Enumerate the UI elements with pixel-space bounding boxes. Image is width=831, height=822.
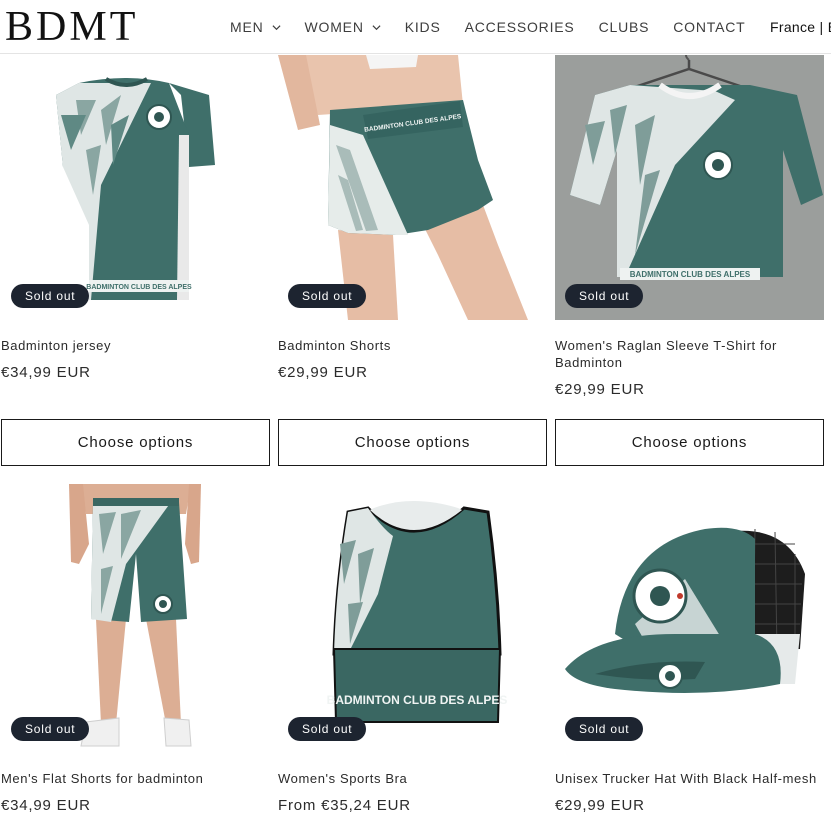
product-title[interactable]: Women's Sports Bra <box>278 770 547 787</box>
sold-out-badge: Sold out <box>565 284 644 308</box>
nav-item-label: CONTACT <box>673 19 746 35</box>
product-title[interactable]: Women's Raglan Sleeve T-Shirt for Badmin… <box>555 337 785 371</box>
sold-out-badge: Sold out <box>288 284 367 308</box>
nav-item-men[interactable]: MEN <box>230 18 281 36</box>
chevron-down-icon <box>372 24 381 30</box>
product-image-shorts[interactable]: BADMINTON CLUB DES ALPES <box>278 55 547 320</box>
choose-options-button[interactable]: Choose options <box>1 419 270 466</box>
nav-item-label: KIDS <box>404 19 441 35</box>
product-title[interactable]: Badminton jersey <box>1 337 270 354</box>
nav-item-accessories[interactable]: ACCESSORIES <box>465 18 575 36</box>
site-header: BDMT MEN WOMEN KIDS ACCESSORIES CLUBS CO… <box>0 0 831 54</box>
nav-item-women[interactable]: WOMEN <box>305 18 381 36</box>
chevron-down-icon <box>272 24 281 30</box>
main-nav: MEN WOMEN KIDS ACCESSORIES CLUBS CONTACT <box>230 18 770 36</box>
choose-options-button[interactable]: Choose options <box>555 419 824 466</box>
nav-item-contact[interactable]: CONTACT <box>673 18 745 36</box>
product-price: €29,99 EUR <box>555 797 645 814</box>
country-selector[interactable]: France | E <box>770 18 831 36</box>
sold-out-badge: Sold out <box>288 717 367 741</box>
image-print-text: BADMINTON CLUB DES ALPES <box>327 693 508 707</box>
nav-item-clubs[interactable]: CLUBS <box>599 18 650 36</box>
product-price: €34,99 EUR <box>1 364 91 381</box>
nav-item-label: ACCESSORIES <box>464 19 575 35</box>
sold-out-badge: Sold out <box>11 284 90 308</box>
sold-out-badge: Sold out <box>11 717 90 741</box>
product-price: €29,99 EUR <box>278 364 368 381</box>
nav-item-kids[interactable]: KIDS <box>405 18 441 36</box>
product-title[interactable]: Men's Flat Shorts for badminton <box>1 770 270 787</box>
product-image-mens-shorts[interactable] <box>1 484 270 753</box>
product-image-jersey[interactable]: BADMINTON CLUB DES ALPES <box>1 55 270 320</box>
nav-item-label: MEN <box>230 19 264 35</box>
product-price: From €35,24 EUR <box>278 797 411 814</box>
sold-out-badge: Sold out <box>565 717 644 741</box>
image-print-text: BADMINTON CLUB DES ALPES <box>630 270 751 279</box>
product-title[interactable]: Badminton Shorts <box>278 337 547 354</box>
site-logo[interactable]: BDMT <box>5 4 138 50</box>
product-price: €29,99 EUR <box>555 381 645 398</box>
product-image-trucker-hat[interactable] <box>555 484 824 753</box>
product-image-raglan-tshirt[interactable]: BADMINTON CLUB DES ALPES <box>555 55 824 320</box>
product-image-sports-bra[interactable]: BADMINTON CLUB DES ALPES <box>278 484 547 753</box>
nav-item-label: WOMEN <box>304 19 364 35</box>
product-price: €34,99 EUR <box>1 797 91 814</box>
product-title[interactable]: Unisex Trucker Hat With Black Half-mesh <box>555 770 824 787</box>
nav-item-label: CLUBS <box>598 19 650 35</box>
image-print-text: BADMINTON CLUB DES ALPES <box>86 284 192 291</box>
choose-options-button[interactable]: Choose options <box>278 419 547 466</box>
